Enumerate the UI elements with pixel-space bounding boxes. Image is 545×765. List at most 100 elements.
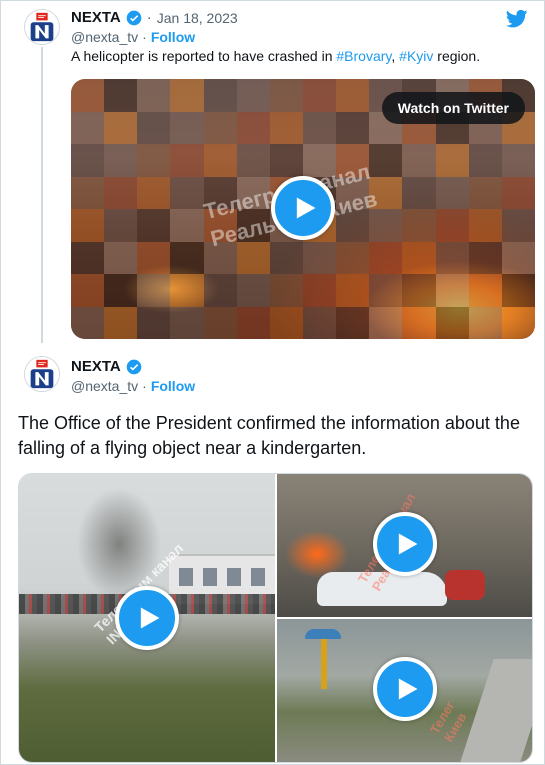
follow-button[interactable]: Follow xyxy=(151,29,195,45)
pixel-block xyxy=(435,274,469,307)
watch-on-twitter-button[interactable]: Watch on Twitter xyxy=(381,92,525,124)
follow-button[interactable]: Follow xyxy=(151,378,195,394)
pixel-block xyxy=(336,79,370,112)
play-button[interactable] xyxy=(115,586,179,650)
pixel-block xyxy=(71,209,105,242)
pixel-block xyxy=(203,144,237,177)
pixel-block xyxy=(170,274,204,307)
quoted-tweet-text: A helicopter is reported to have crashed… xyxy=(71,48,480,64)
pixel-block xyxy=(104,79,138,112)
pixel-block xyxy=(468,144,502,177)
pixel-block xyxy=(203,306,237,339)
main-handle-row: @nexta_tv · Follow xyxy=(71,378,195,394)
pixel-block xyxy=(137,79,171,112)
pixel-block xyxy=(104,241,138,274)
nexta-avatar[interactable] xyxy=(24,9,60,45)
pixel-block xyxy=(501,176,535,209)
pixel-block xyxy=(369,306,403,339)
hashtag-brovary[interactable]: #Brovary xyxy=(336,48,391,64)
quoted-author-row: NEXTA · Jan 18, 2023 xyxy=(71,9,238,26)
pixel-block xyxy=(402,306,436,339)
pixel-block xyxy=(369,274,403,307)
play-button[interactable] xyxy=(271,176,335,240)
playground-pole-shape xyxy=(321,639,327,689)
author-name[interactable]: NEXTA xyxy=(71,9,121,26)
pixel-block xyxy=(137,274,171,307)
pixel-block xyxy=(336,274,370,307)
pixel-block xyxy=(71,176,105,209)
pixel-block xyxy=(468,209,502,242)
quoted-video[interactable]: Телеграм канал Реальный Киев Watch on Tw… xyxy=(71,79,535,339)
twitter-bird-icon[interactable] xyxy=(506,9,528,29)
pixel-block xyxy=(137,144,171,177)
pixel-block xyxy=(501,209,535,242)
tweet-date[interactable]: Jan 18, 2023 xyxy=(157,10,238,26)
pixel-block xyxy=(170,306,204,339)
pixel-block xyxy=(170,241,204,274)
pixel-block xyxy=(501,274,535,307)
pixel-block xyxy=(402,144,436,177)
pixel-block xyxy=(71,274,105,307)
pixel-block xyxy=(435,176,469,209)
pixel-block xyxy=(369,241,403,274)
pixel-block xyxy=(104,176,138,209)
pixel-block xyxy=(104,111,138,144)
pixel-block xyxy=(468,274,502,307)
pixel-block xyxy=(137,209,171,242)
media-grid: Телеграмм канал INFO Телеграм канал Реал… xyxy=(18,473,533,763)
author-handle[interactable]: @nexta_tv xyxy=(71,378,138,394)
pixel-block xyxy=(435,241,469,274)
pixel-block xyxy=(269,111,303,144)
play-button[interactable] xyxy=(373,657,437,721)
tweet-text-part: region. xyxy=(433,48,481,64)
play-icon xyxy=(398,533,418,555)
pixel-block xyxy=(170,176,204,209)
pixel-block xyxy=(104,144,138,177)
pixel-block xyxy=(170,111,204,144)
nexta-avatar[interactable] xyxy=(24,356,60,392)
pixel-block xyxy=(269,274,303,307)
pixel-block xyxy=(236,111,270,144)
video-thumbnail-left[interactable]: Телеграмм канал INFO xyxy=(19,474,275,762)
pixel-block xyxy=(203,274,237,307)
pixel-block xyxy=(137,306,171,339)
pixel-block xyxy=(468,306,502,339)
separator-dot: · xyxy=(142,378,147,394)
play-icon xyxy=(140,607,160,629)
play-button[interactable] xyxy=(373,512,437,576)
pixel-block xyxy=(236,79,270,112)
verified-badge-icon xyxy=(126,10,142,25)
pixel-block xyxy=(104,306,138,339)
pixel-block xyxy=(402,241,436,274)
pixel-block xyxy=(137,241,171,274)
pixel-block xyxy=(71,241,105,274)
hashtag-kyiv[interactable]: #Kyiv xyxy=(399,48,433,64)
pixel-block xyxy=(302,79,337,112)
pixel-block xyxy=(269,241,303,274)
tweet-embed-card: NEXTA · Jan 18, 2023 @nexta_tv · Follow … xyxy=(0,0,545,765)
video-thumbnail-right-top[interactable]: Телеграм канал Реаль xyxy=(277,474,532,617)
play-icon xyxy=(398,678,418,700)
pixel-block xyxy=(435,144,469,177)
pixel-block xyxy=(435,306,469,339)
pixel-block xyxy=(137,111,171,144)
pixel-block xyxy=(71,79,105,112)
pixel-block xyxy=(203,111,237,144)
pixel-block xyxy=(269,79,303,112)
author-name[interactable]: NEXTA xyxy=(71,358,121,375)
video-thumbnail-right-bottom[interactable]: Телег Киев xyxy=(277,619,532,762)
author-handle[interactable]: @nexta_tv xyxy=(71,29,138,45)
pixel-block xyxy=(203,79,237,112)
pixel-block xyxy=(501,306,535,339)
pixel-block xyxy=(336,241,370,274)
pixel-block xyxy=(71,144,105,177)
car-shape xyxy=(445,570,485,600)
pixel-block xyxy=(236,274,270,307)
pixel-block xyxy=(236,306,270,339)
pixel-block xyxy=(170,79,204,112)
pixel-block xyxy=(269,144,303,177)
pixel-block xyxy=(369,209,403,242)
pixel-block xyxy=(369,144,403,177)
pixel-block xyxy=(402,209,436,242)
pixel-block xyxy=(71,306,105,339)
